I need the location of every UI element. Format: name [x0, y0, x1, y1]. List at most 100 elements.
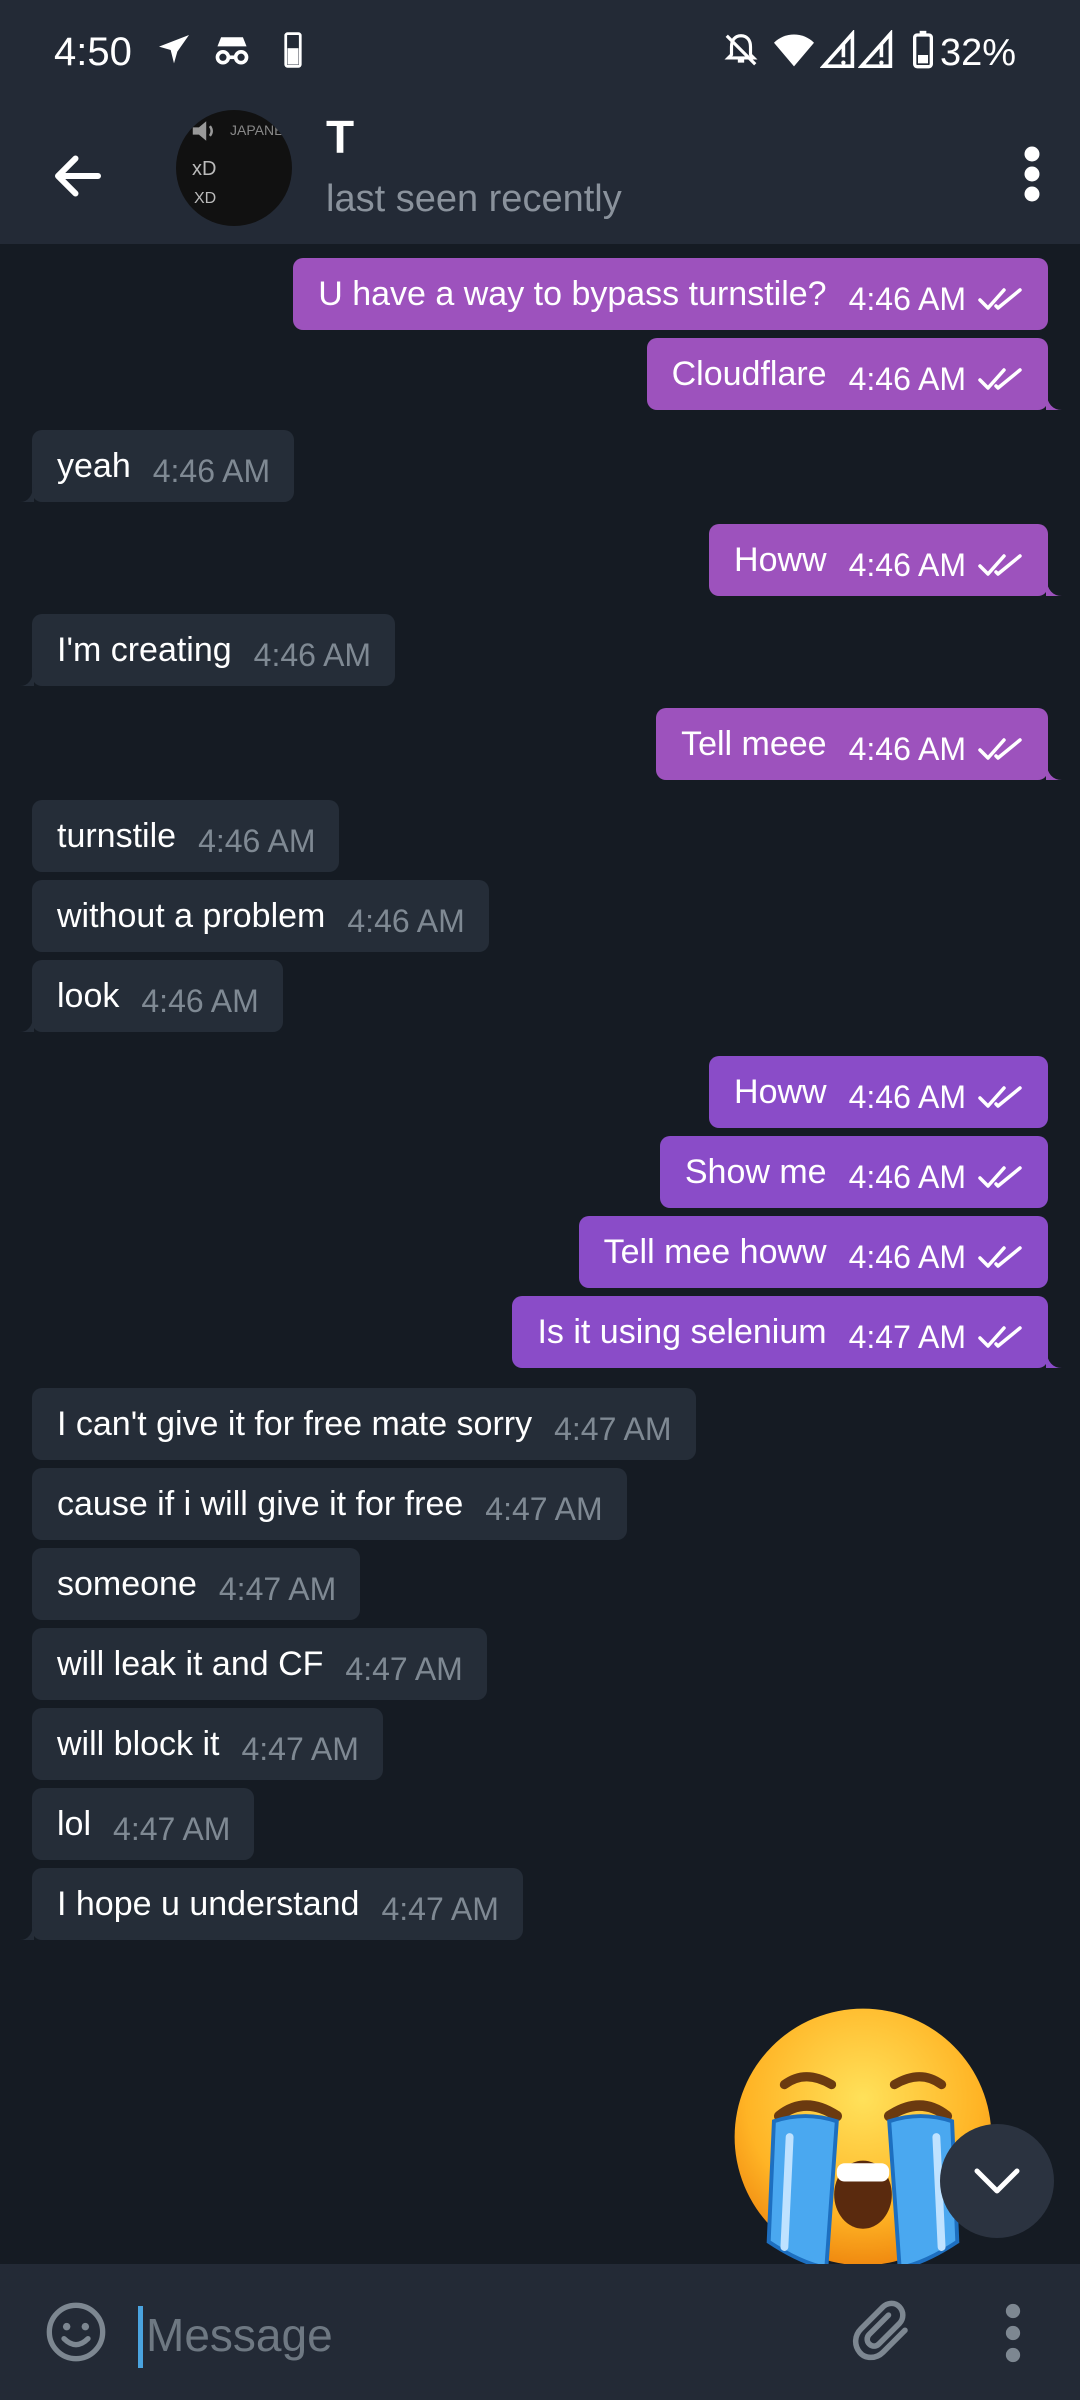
notifications-off-icon: [724, 34, 758, 66]
more-options-icon[interactable]: [1022, 144, 1042, 204]
status-time: 4:50: [54, 30, 132, 74]
avatar[interactable]: JAPANE xD XD: [176, 110, 292, 226]
incoming-message[interactable]: will block it 4:47 AM: [32, 1708, 383, 1780]
message-text: someone: [57, 1564, 197, 1603]
loudly-crying-face-icon[interactable]: [732, 2006, 994, 2268]
outgoing-message[interactable]: Cloudflare 4:46 AM: [646, 338, 1062, 410]
message-text: cause if i will give it for free: [57, 1484, 464, 1523]
message-time: 4:46 AM: [848, 1078, 966, 1115]
chat-header: JAPANE xD XD T last seen recently: [0, 110, 1080, 244]
battery-small-icon: [284, 32, 302, 68]
message-text: turnstile: [57, 816, 177, 855]
message-time: 4:46 AM: [253, 636, 372, 673]
incoming-message[interactable]: will leak it and CF 4:47 AM: [32, 1628, 487, 1700]
message-time: 4:46 AM: [848, 730, 966, 767]
message-time: 4:46 AM: [141, 982, 259, 1019]
scroll-down-button[interactable]: [940, 2124, 1054, 2238]
message-text: will leak it and CF: [57, 1644, 324, 1683]
message-time: 4:47 AM: [345, 1650, 463, 1687]
signal-icon-1: [820, 30, 855, 68]
airplane-mode-icon: [159, 35, 189, 64]
double-check-icon: [978, 1314, 1024, 1350]
bubble-tail: [1046, 578, 1062, 596]
message-text: Is it using selenium: [537, 1312, 827, 1351]
message-text: Tell meee: [681, 724, 827, 763]
message-text: Howw: [734, 540, 827, 579]
message-input[interactable]: [146, 2300, 796, 2370]
bubble-tail: [1046, 1350, 1062, 1368]
double-check-icon: [978, 726, 1024, 762]
chat-title[interactable]: T: [326, 110, 354, 164]
attach-icon[interactable]: [850, 2300, 916, 2366]
message-time: 4:46 AM: [198, 822, 316, 859]
text-cursor: [138, 2306, 143, 2368]
message-text: yeah: [57, 446, 131, 485]
message-text: I can't give it for free mate sorry: [57, 1404, 533, 1443]
chevron-down-icon: [974, 2168, 1020, 2194]
emoji-icon[interactable]: [44, 2300, 108, 2364]
status-bar: 4:50 32%: [0, 0, 1080, 110]
incoming-message[interactable]: lol 4:47 AM: [32, 1788, 255, 1860]
incoming-message[interactable]: I'm creating 4:46 AM: [20, 614, 396, 686]
double-check-icon: [978, 1154, 1024, 1190]
message-time: 4:46 AM: [848, 280, 966, 317]
last-seen-status: last seen recently: [326, 178, 622, 220]
outgoing-message[interactable]: U have a way to bypass turnstile? 4:46 A…: [293, 258, 1048, 330]
incognito-icon: [215, 37, 249, 65]
message-text: lol: [57, 1804, 92, 1843]
bubble-tail: [20, 1014, 34, 1032]
message-text: Howw: [734, 1072, 827, 1111]
incoming-message[interactable]: without a problem 4:46 AM: [32, 880, 489, 952]
back-arrow-icon[interactable]: [48, 146, 108, 206]
double-check-icon: [978, 276, 1024, 312]
avatar-text-line2: xD: [192, 158, 217, 180]
message-text: will block it: [57, 1724, 220, 1763]
more-options-icon[interactable]: [998, 2300, 1028, 2366]
double-check-icon: [978, 542, 1024, 578]
bubble-tail: [20, 1922, 34, 1940]
battery-icon: [913, 30, 933, 69]
incoming-message[interactable]: cause if i will give it for free 4:47 AM: [32, 1468, 627, 1540]
incoming-message[interactable]: look 4:46 AM: [20, 960, 283, 1032]
wifi-icon: [774, 34, 814, 67]
speaker-icon: [192, 121, 213, 141]
bubble-tail: [20, 484, 34, 502]
message-text: I hope u understand: [57, 1884, 360, 1923]
double-check-icon: [978, 1074, 1024, 1110]
bubble-tail: [1046, 762, 1062, 780]
double-check-icon: [978, 356, 1024, 392]
message-text: Cloudflare: [671, 354, 827, 393]
outgoing-message[interactable]: Howw 4:46 AM: [709, 524, 1062, 596]
incoming-message[interactable]: turnstile 4:46 AM: [32, 800, 340, 872]
incoming-message[interactable]: I hope u understand 4:47 AM: [20, 1868, 523, 1940]
avatar-text-line1: JAPANE: [230, 122, 284, 138]
incoming-message[interactable]: yeah 4:46 AM: [20, 430, 295, 502]
double-check-icon: [978, 1234, 1024, 1270]
outgoing-message[interactable]: Show me 4:46 AM: [659, 1136, 1048, 1208]
incoming-message[interactable]: I can't give it for free mate sorry 4:47…: [32, 1388, 696, 1460]
message-text: I'm creating: [57, 630, 232, 669]
message-time: 4:47 AM: [218, 1570, 337, 1607]
bubble-tail: [1046, 392, 1062, 410]
outgoing-message[interactable]: Howw 4:46 AM: [709, 1056, 1048, 1128]
outgoing-message[interactable]: Tell mee howw 4:46 AM: [578, 1216, 1048, 1288]
message-time: 4:46 AM: [848, 546, 966, 583]
avatar-text-line3: XD: [194, 190, 217, 207]
message-time: 4:46 AM: [152, 452, 271, 489]
outgoing-message[interactable]: Is it using selenium 4:47 AM: [512, 1296, 1062, 1368]
message-time: 4:46 AM: [347, 902, 465, 939]
message-time: 4:46 AM: [848, 1158, 966, 1195]
message-text: without a problem: [57, 896, 326, 935]
message-time: 4:47 AM: [485, 1490, 603, 1527]
message-time: 4:46 AM: [848, 360, 966, 397]
message-text: U have a way to bypass turnstile?: [318, 274, 827, 313]
message-time: 4:46 AM: [848, 1238, 966, 1275]
message-time: 4:47 AM: [381, 1890, 499, 1927]
message-text: Tell mee howw: [603, 1232, 827, 1271]
incoming-message[interactable]: someone 4:47 AM: [32, 1548, 361, 1620]
message-time: 4:47 AM: [848, 1318, 966, 1355]
outgoing-message[interactable]: Tell meee 4:46 AM: [656, 708, 1062, 780]
bubble-tail: [20, 668, 34, 686]
message-time: 4:47 AM: [113, 1810, 231, 1847]
message-text: look: [57, 976, 120, 1015]
